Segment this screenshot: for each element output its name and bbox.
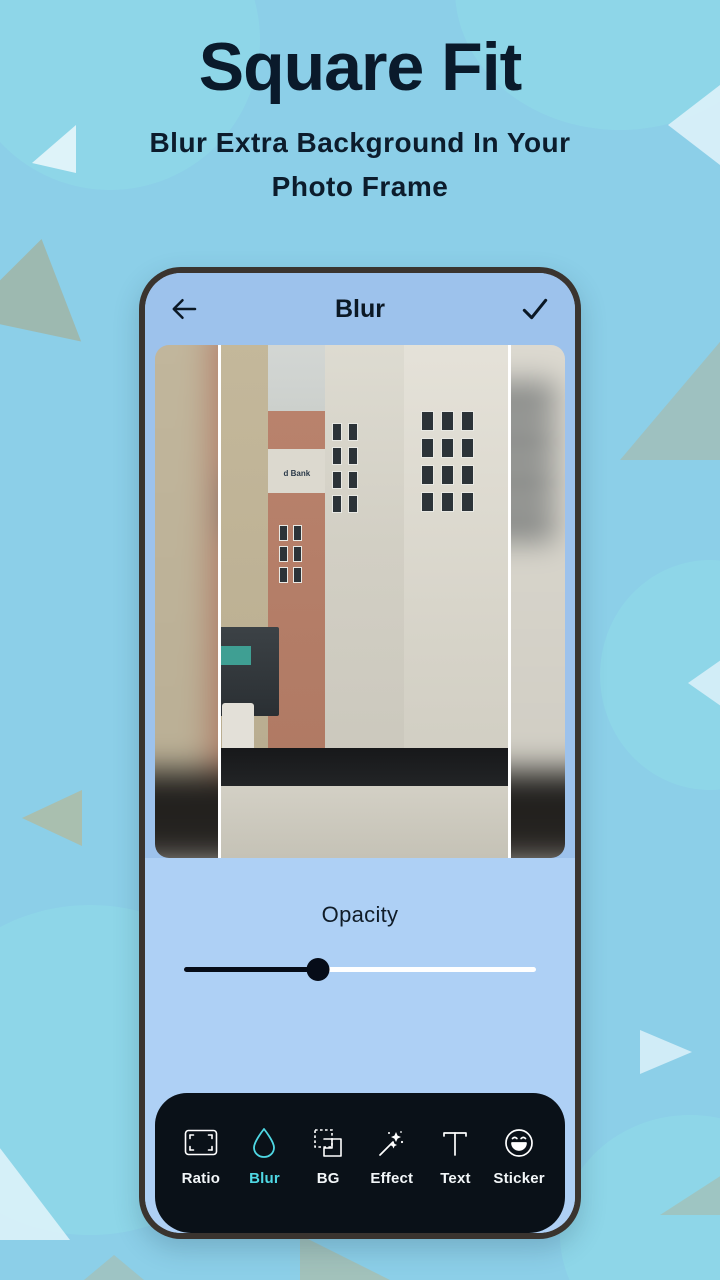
tool-ratio[interactable]: Ratio [170,1126,232,1187]
app-bar: Blur [145,273,575,345]
photo-scene: d Bank [221,345,508,858]
confirm-button[interactable] [517,291,553,327]
tool-sticker[interactable]: Sticker [488,1126,550,1187]
water-drop-icon [251,1126,277,1160]
tool-blur[interactable]: Blur [233,1126,295,1187]
check-icon [522,298,548,320]
slider-thumb[interactable] [306,958,330,981]
decorative-triangle [66,1255,162,1280]
tool-label: Ratio [181,1169,221,1187]
magic-wand-icon [376,1126,408,1160]
opacity-slider[interactable] [184,958,536,982]
promo-header: Square Fit Blur Extra Background In Your… [0,29,720,208]
tool-label: Blur [249,1169,280,1187]
tool-label: Text [440,1169,471,1187]
decorative-triangle [640,1030,692,1074]
decorative-triangle [0,226,101,342]
photo-canvas[interactable]: d Bank [145,345,575,858]
tool-effect[interactable]: Effect [361,1126,423,1187]
tool-text[interactable]: Text [424,1126,486,1187]
crop-frame-icon [184,1126,218,1160]
back-button[interactable] [167,291,203,327]
phone-screen: Blur d Bank Opacity Ratio Blur BG Effect… [145,273,575,1233]
tool-bg[interactable]: BG [297,1126,359,1187]
opacity-label: Opacity [321,902,399,927]
layers-icon [312,1126,344,1160]
page-title: Square Fit [198,29,523,105]
smiley-face-icon [503,1126,535,1160]
bottom-toolbar: Ratio Blur BG Effect Text Sticker [155,1093,565,1233]
decorative-triangle [688,655,720,711]
foreground-photo: d Bank [218,345,511,858]
tool-label: Effect [370,1169,414,1187]
phone-mockup: Blur d Bank Opacity Ratio Blur BG Effect… [139,267,581,1239]
decorative-triangle [22,790,82,846]
tool-label: BG [316,1169,340,1187]
decorative-triangle [300,1235,410,1280]
text-t-icon [440,1126,470,1160]
app-bar-title: Blur [335,294,385,323]
bank-sign-text: d Bank [283,468,311,478]
slider-fill [184,967,318,972]
tool-label: Sticker [493,1169,545,1187]
decorative-triangle [660,1175,720,1215]
page-subtitle: Blur Extra Background In Your Photo Fram… [149,127,571,202]
arrow-left-icon [172,299,197,319]
decorative-triangle [620,330,720,460]
decorative-triangle [0,1135,70,1240]
